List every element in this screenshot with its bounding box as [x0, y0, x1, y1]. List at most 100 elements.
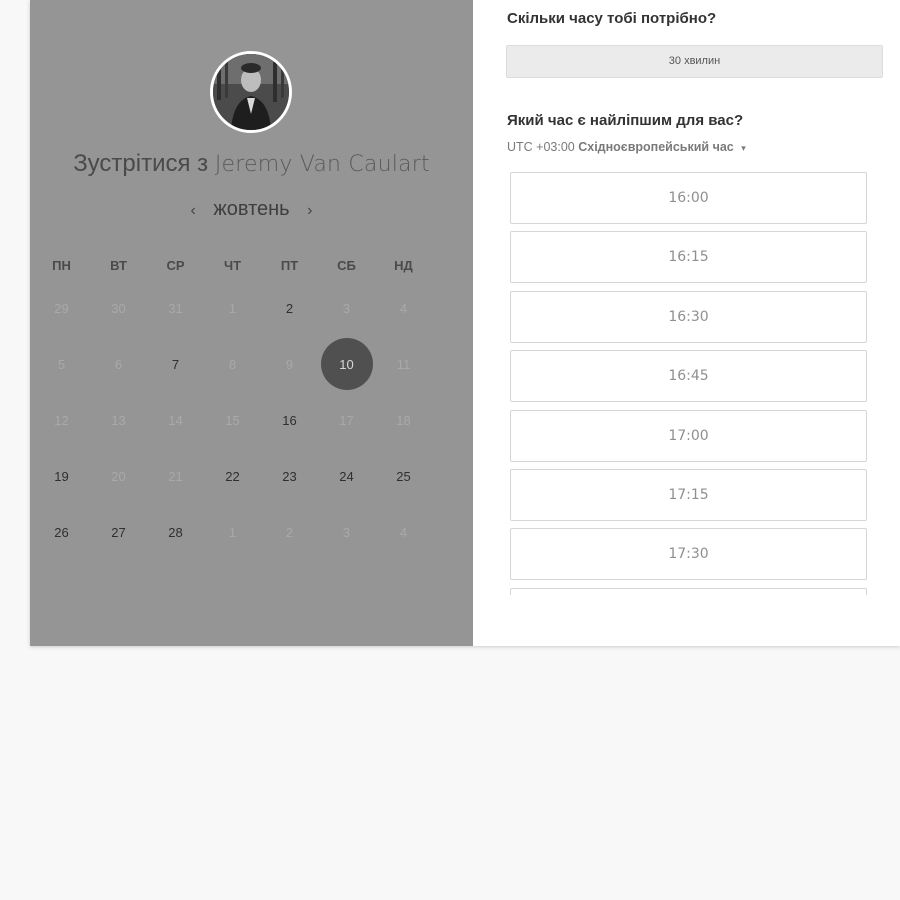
weekday-label: ВТ [110, 258, 127, 273]
day-number: 12 [54, 412, 69, 428]
calendar-day: 3 [318, 504, 375, 560]
calendar-day: 2 [261, 504, 318, 560]
day-number: 28 [168, 524, 183, 540]
weekday-header-row: ПН ВТ СР ЧТ ПТ СБ НД [33, 252, 473, 280]
calendar-day: 12 [33, 392, 90, 448]
host-avatar-photo [213, 54, 289, 130]
calendar-day: 29 [33, 280, 90, 336]
calendar-day[interactable]: 2 [261, 280, 318, 336]
day-number: 21 [168, 468, 183, 484]
calendar-day[interactable]: 27 [90, 504, 147, 560]
calendar-day[interactable]: 28 [147, 504, 204, 560]
calendar-day[interactable]: 26 [33, 504, 90, 560]
weekday-label: СБ [337, 258, 356, 273]
weekday-label: ПН [52, 258, 71, 273]
duration-select[interactable]: 30 хвилин [506, 45, 883, 78]
day-number: 5 [57, 356, 66, 372]
calendar-day[interactable]: 23 [261, 448, 318, 504]
time-question: Який час є найліпшим для вас? [507, 112, 744, 129]
calendar-day[interactable]: 24 [318, 448, 375, 504]
day-number: 1 [228, 300, 237, 316]
calendar-day: 20 [90, 448, 147, 504]
calendar-day: 30 [90, 280, 147, 336]
calendar-day[interactable]: 22 [204, 448, 261, 504]
weekday-label: ПТ [280, 258, 299, 273]
day-number: 8 [228, 356, 237, 372]
day-number: 30 [111, 300, 126, 316]
time-slot-button[interactable]: 17:15 [510, 468, 867, 521]
calendar-day: 1 [204, 280, 261, 336]
month-label: жовтень [213, 198, 290, 220]
weekday-label: НД [394, 258, 413, 273]
day-number: 2 [285, 300, 294, 316]
day-number: 6 [114, 356, 123, 372]
calendar-week-row: 12 13 14 15 16 17 18 [33, 392, 473, 448]
calendar-day[interactable]: 16 [261, 392, 318, 448]
day-number: 15 [225, 412, 240, 428]
day-number: 18 [396, 412, 411, 428]
calendar-day-selected[interactable]: 10 [318, 336, 375, 392]
calendar-day: 6 [90, 336, 147, 392]
weekday-label: ЧТ [223, 258, 242, 273]
day-number: 14 [168, 412, 183, 428]
calendar-day: 15 [204, 392, 261, 448]
time-slot-button[interactable]: 16:00 [510, 172, 867, 224]
day-number: 23 [282, 468, 297, 484]
day-number: 20 [111, 468, 126, 484]
calendar-day: 13 [90, 392, 147, 448]
time-selection-panel: Скільки часу тобі потрібно? 30 хвилин Як… [473, 0, 900, 646]
calendar-day: 21 [147, 448, 204, 504]
day-number: 31 [168, 300, 183, 316]
time-slot-button[interactable]: 16:30 [510, 290, 867, 343]
next-month-button[interactable]: › [295, 202, 324, 220]
day-number: 29 [54, 300, 69, 316]
day-number: 27 [111, 524, 126, 540]
day-number: 19 [54, 468, 69, 484]
calendar-day: 11 [375, 336, 432, 392]
day-number: 16 [282, 412, 297, 428]
day-number: 13 [111, 412, 126, 428]
booking-card: Зустрітися з Jeremy Van Caulart ‹ жовтен… [30, 0, 900, 646]
calendar-day: 5 [33, 336, 90, 392]
day-number: 3 [342, 524, 351, 540]
calendar-grid: ПН ВТ СР ЧТ ПТ СБ НД 29 30 31 1 2 3 4 5 6 7 8 9 10 11 12 13 14… [33, 252, 473, 560]
timezone-offset: UTC +03:00 [507, 140, 575, 154]
day-number: 4 [399, 524, 408, 540]
duration-question: Скільки часу тобі потрібно? [507, 10, 717, 27]
time-slot-list[interactable]: 16:00 16:15 16:30 16:45 17:00 17:15 17:30 [510, 172, 868, 595]
host-avatar [210, 51, 292, 133]
time-slot-button[interactable]: 16:15 [510, 231, 867, 284]
calendar-day[interactable]: 7 [147, 336, 204, 392]
day-number: 22 [225, 468, 240, 484]
day-number: 26 [54, 524, 69, 540]
day-number: 17 [339, 412, 354, 428]
time-slot-button[interactable]: 16:45 [510, 350, 867, 403]
calendar-day[interactable]: 25 [375, 448, 432, 504]
day-number: 2 [285, 524, 294, 540]
calendar-week-row: 26 27 28 1 2 3 4 [33, 504, 473, 560]
title-prefix: Зустрітися з [73, 150, 209, 177]
day-number: 7 [171, 356, 180, 372]
calendar-day[interactable]: 19 [33, 448, 90, 504]
time-slot-button[interactable]: 17:30 [510, 528, 867, 581]
time-slot-button[interactable]: 17:00 [510, 409, 867, 462]
timezone-name: Східноєвропейський час [578, 140, 734, 154]
time-slot-button[interactable] [510, 587, 867, 595]
timezone-selector[interactable]: UTC +03:00 Східноєвропейський час ▾ [507, 140, 746, 154]
calendar-week-row: 29 30 31 1 2 3 4 [33, 280, 473, 336]
day-number: 11 [396, 356, 411, 372]
day-number: 4 [399, 300, 408, 316]
calendar-day: 4 [375, 504, 432, 560]
calendar-panel: Зустрітися з Jeremy Van Caulart ‹ жовтен… [30, 0, 473, 646]
day-number: 1 [228, 524, 237, 540]
weekday-label: СР [166, 258, 185, 273]
day-number: 10 [320, 338, 373, 390]
caret-down-icon: ▾ [741, 143, 746, 153]
calendar-day: 14 [147, 392, 204, 448]
meeting-title: Зустрітися з Jeremy Van Caulart [30, 150, 473, 178]
prev-month-button[interactable]: ‹ [179, 202, 208, 220]
calendar-week-row: 19 20 21 22 23 24 25 [33, 448, 473, 504]
day-number: 25 [396, 468, 411, 484]
calendar-day: 17 [318, 392, 375, 448]
calendar-week-row: 5 6 7 8 9 10 11 [33, 336, 473, 392]
